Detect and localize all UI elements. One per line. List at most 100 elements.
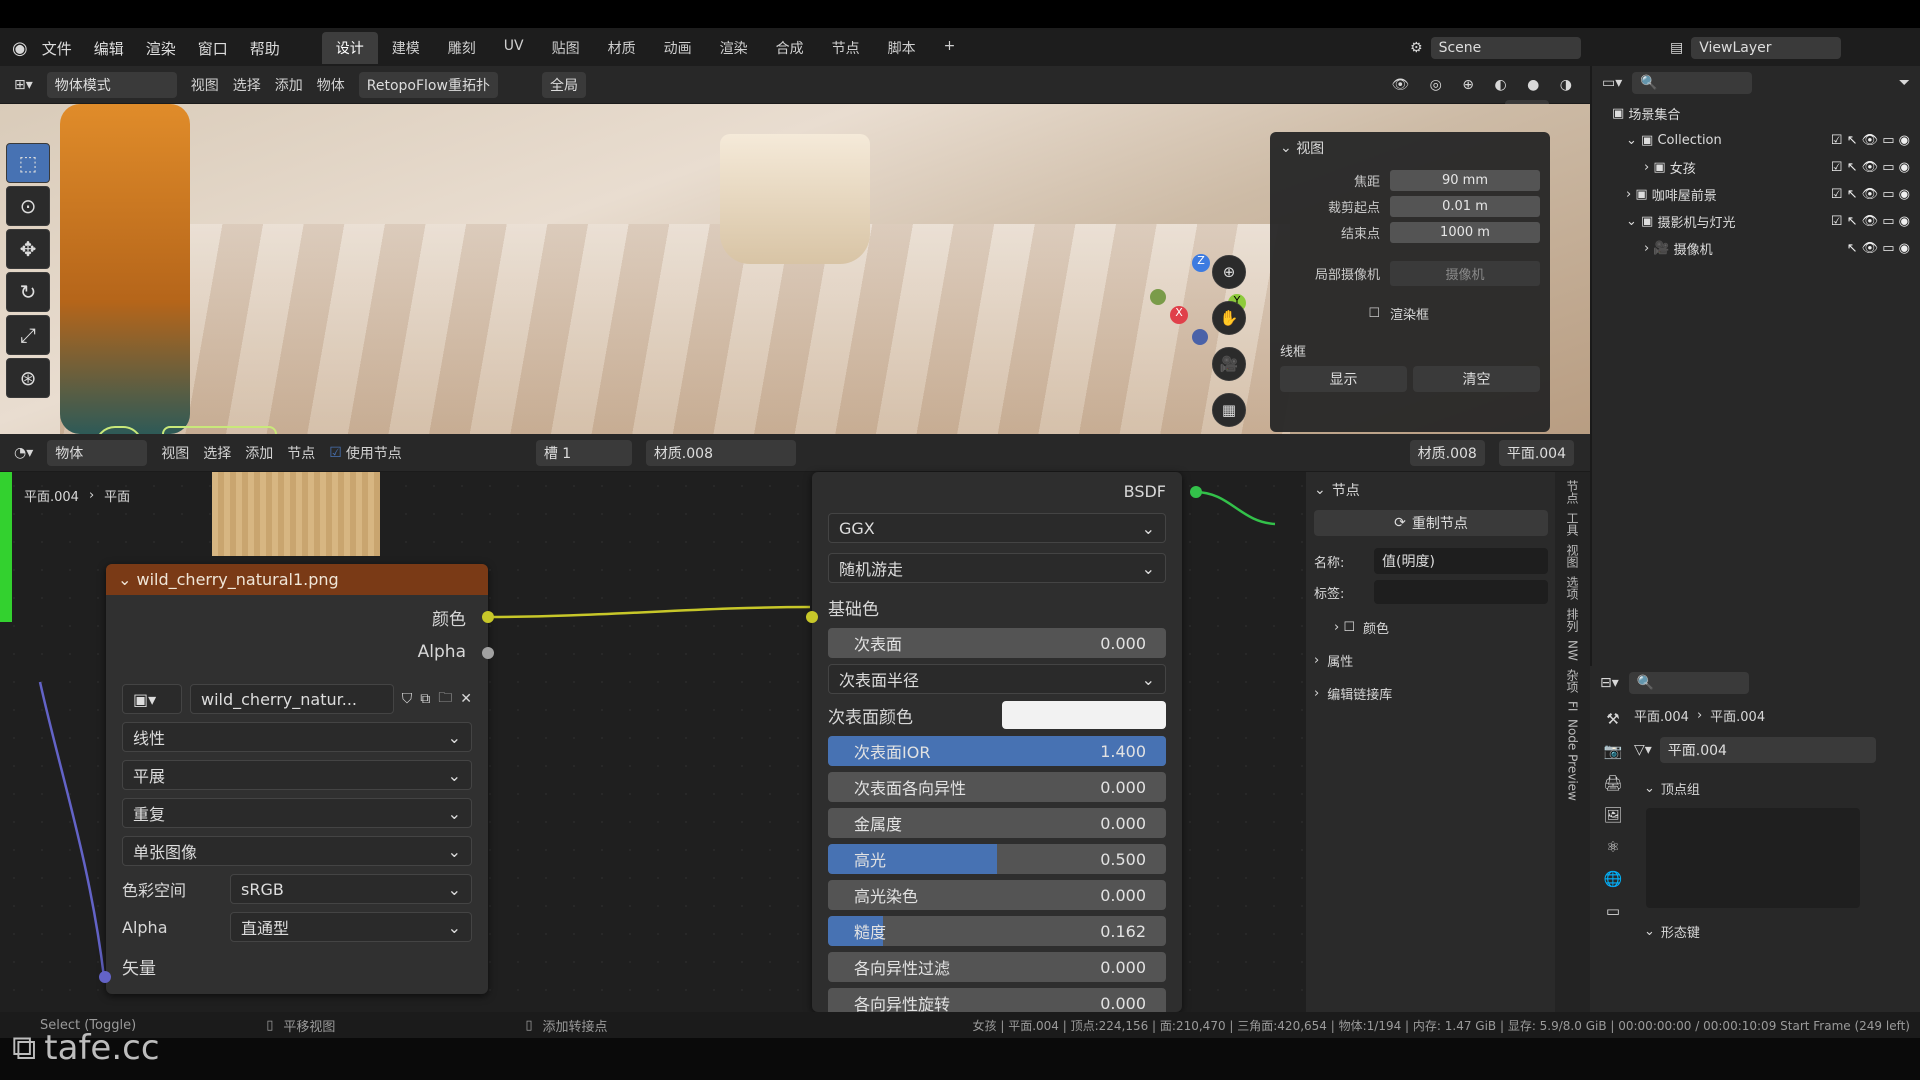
world-tab-icon[interactable]: 🌐: [1604, 870, 1623, 888]
vertex-group-list[interactable]: [1646, 808, 1860, 908]
alpha-output[interactable]: Alpha: [106, 630, 488, 662]
tab-sculpt[interactable]: 雕刻: [434, 32, 490, 64]
image-selector[interactable]: ▣▾ wild_cherry_natur... ⛉ ⧉ 🗀 ✕: [122, 684, 472, 714]
show-button[interactable]: 显示: [1280, 366, 1407, 392]
bsdf-slider-7[interactable]: 各向异性过滤 0.000: [828, 952, 1166, 982]
color-output[interactable]: 颜色: [106, 595, 488, 630]
distribution-select[interactable]: GGX ⌄: [828, 513, 1166, 543]
clear-button[interactable]: 清空: [1413, 366, 1540, 392]
vtab-nw[interactable]: NW: [1566, 640, 1580, 661]
tab-material[interactable]: 材质: [594, 32, 650, 64]
vtab-fi[interactable]: FI: [1566, 701, 1580, 711]
visibility-icons[interactable]: ☑ ↖ 👁 ▭ ◉: [1831, 160, 1910, 175]
axis-z-icon[interactable]: Z: [1192, 254, 1210, 272]
tab-uv[interactable]: UV: [490, 32, 538, 64]
image-node-header[interactable]: ⌄ wild_cherry_natural1.png: [106, 564, 488, 595]
visibility-icons[interactable]: ☑ ↖ 👁 ▭ ◉: [1831, 187, 1910, 202]
vtab-options[interactable]: 选项: [1564, 576, 1581, 600]
view-layer-tab-icon[interactable]: 🖼: [1603, 806, 1622, 824]
slider-field[interactable]: 高光染色 0.000: [828, 880, 1166, 910]
bsdf-slider-3[interactable]: 金属度 0.000: [828, 808, 1166, 838]
slot-dropdown[interactable]: 槽 1: [535, 439, 632, 466]
shape-keys-panel[interactable]: ⌄ 形态键: [1590, 908, 1920, 955]
tab-animation[interactable]: 动画: [650, 32, 706, 64]
color-output-socket[interactable]: [482, 611, 494, 623]
node-object-dropdown[interactable]: 物体: [47, 439, 148, 466]
bsdf-slider-0[interactable]: 次表面 0.000: [828, 628, 1166, 658]
add-workspace-button[interactable]: +: [930, 32, 970, 64]
display-mode-icon[interactable]: ▭▾: [1602, 75, 1622, 91]
node-menu-select[interactable]: 选择: [203, 443, 231, 463]
base-color-socket[interactable]: [806, 611, 818, 623]
menu-add[interactable]: 添加: [275, 75, 303, 95]
menu-file[interactable]: 文件: [42, 38, 72, 59]
material-dropdown[interactable]: 材质.008: [645, 439, 796, 466]
menu-view[interactable]: 视图: [191, 75, 219, 95]
slider-field[interactable]: 次表面各向异性 0.000: [828, 772, 1166, 802]
rotate-icon[interactable]: ↻: [6, 272, 50, 312]
focal-length-field[interactable]: 焦距 90 mm: [1280, 170, 1540, 191]
material-selector[interactable]: 材质.008: [1409, 439, 1485, 466]
pan-hand-icon[interactable]: ✋: [1212, 301, 1246, 335]
bsdf-slider-6[interactable]: 糙度 0.162: [828, 916, 1166, 946]
open-folder-icon[interactable]: 🗀: [438, 687, 452, 711]
overlay-shading-icons[interactable]: 👁 ◎ ⊕ ◐ ● ◑: [1391, 77, 1580, 93]
alpha-output-socket[interactable]: [482, 647, 494, 659]
visibility-icons[interactable]: ↖ 👁 ▭ ◉: [1847, 241, 1910, 256]
properties-search-input[interactable]: 🔍: [1628, 672, 1749, 694]
outliner-item-cafe[interactable]: › ▣ 咖啡屋前景 ☑ ↖ 👁 ▭ ◉: [1592, 181, 1920, 208]
node-label-field[interactable]: [1374, 580, 1548, 604]
filter-icon[interactable]: ⏷: [1899, 75, 1910, 91]
vtab-tool[interactable]: 工具: [1564, 512, 1581, 536]
transform-icon[interactable]: ⊛: [6, 358, 50, 398]
output-tab-icon[interactable]: 🖨: [1603, 774, 1622, 792]
bsdf-slider-4[interactable]: 高光 0.500: [828, 844, 1166, 874]
extension-select[interactable]: 重复 ⌄: [122, 798, 472, 828]
move-icon[interactable]: ✥: [6, 229, 50, 269]
menu-edit[interactable]: 编辑: [94, 38, 124, 59]
outliner-item-camera[interactable]: › 🎥 摄像机 ↖ 👁 ▭ ◉: [1592, 235, 1920, 262]
vtab-misc[interactable]: 杂项: [1564, 669, 1581, 693]
node-color-row[interactable]: › ☐ 颜色: [1314, 618, 1548, 637]
tool-tab-icon[interactable]: ⚒: [1606, 710, 1619, 728]
outliner-root[interactable]: ▣ 场景集合: [1592, 100, 1920, 127]
slider-field[interactable]: 高光 0.500: [828, 844, 1166, 874]
duplicate-icon[interactable]: ⧉: [420, 691, 430, 707]
vtab-node-preview[interactable]: Node Preview: [1566, 719, 1580, 801]
editor-type-icon[interactable]: ⊟▾: [1600, 675, 1619, 691]
vtab-node[interactable]: 节点: [1564, 480, 1581, 504]
menu-help[interactable]: 帮助: [250, 38, 280, 59]
render-tab-icon[interactable]: 📷: [1604, 742, 1623, 760]
interpolation-select[interactable]: 线性 ⌄: [122, 722, 472, 752]
menu-window[interactable]: 窗口: [198, 38, 228, 59]
color-swatch[interactable]: [1002, 701, 1166, 729]
bsdf-output-socket[interactable]: [1190, 486, 1202, 498]
use-nodes-checkbox[interactable]: ☑ 使用节点: [329, 443, 402, 463]
node-name-field[interactable]: 值(明度): [1374, 548, 1548, 574]
camera-view-icon[interactable]: 🎥: [1212, 347, 1246, 381]
image-browse-icon[interactable]: ▣▾: [122, 684, 182, 714]
mesh-data-selector[interactable]: ▽▾ 平面.004: [1590, 731, 1920, 769]
outliner-search-input[interactable]: 🔍: [1632, 72, 1753, 94]
outliner-item-collection[interactable]: ⌄ ▣ Collection ☑ ↖ 👁 ▭ ◉: [1592, 127, 1920, 154]
vector-input[interactable]: 矢量: [122, 954, 488, 979]
zoom-icon[interactable]: ⊕: [1212, 255, 1246, 289]
visibility-icons[interactable]: ☑ ↖ 👁 ▭ ◉: [1831, 214, 1910, 229]
slider-field[interactable]: 糙度 0.162: [828, 916, 1166, 946]
properties-panel[interactable]: › 属性: [1314, 651, 1548, 670]
outliner-item-camera-lights[interactable]: ⌄ ▣ 摄影机与灯光 ☑ ↖ 👁 ▭ ◉: [1592, 208, 1920, 235]
axis-x-icon[interactable]: X: [1170, 306, 1188, 324]
projection-select[interactable]: 平展 ⌄: [122, 760, 472, 790]
vtab-view[interactable]: 视图: [1564, 544, 1581, 568]
node-menu-add[interactable]: 添加: [245, 443, 273, 463]
cursor-icon[interactable]: ⊙: [6, 186, 50, 226]
view-layer-selector[interactable]: ▤ ViewLayer: [1670, 37, 1842, 59]
slider-field[interactable]: 金属度 0.000: [828, 808, 1166, 838]
clip-end-field[interactable]: 结束点 1000 m: [1280, 222, 1540, 243]
tab-rendering[interactable]: 渲染: [706, 32, 762, 64]
slider-field[interactable]: 各向异性过滤 0.000: [828, 952, 1166, 982]
tab-nodes[interactable]: 节点: [818, 32, 874, 64]
axis-neg-y-icon[interactable]: [1150, 289, 1166, 305]
image-texture-node[interactable]: ⌄ wild_cherry_natural1.png 颜色 Alpha ▣▾ w…: [106, 564, 488, 994]
colorspace-select[interactable]: sRGB ⌄: [230, 874, 472, 904]
